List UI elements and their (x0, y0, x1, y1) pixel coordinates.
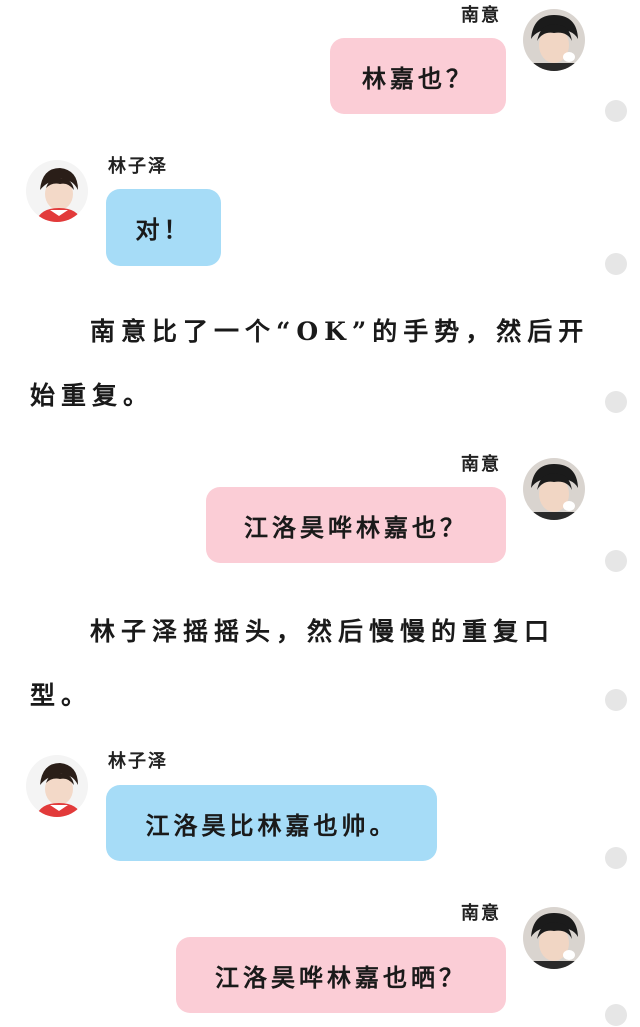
side-dot (605, 550, 627, 572)
avatar-linzize[interactable] (26, 160, 88, 222)
sender-name: 南意 (461, 903, 501, 924)
side-dot (605, 391, 627, 413)
message-bubble[interactable]: 对！ (106, 189, 221, 266)
message-bubble[interactable]: 江洛昊哗林嘉也晒？ (176, 937, 506, 1013)
side-dot (605, 689, 627, 711)
message-bubble[interactable]: 江洛昊比林嘉也帅。 (106, 785, 437, 861)
sender-name: 南意 (461, 5, 501, 26)
sender-name: 南意 (461, 454, 501, 475)
narration-paragraph: 南意比了一个“OK”的手势，然后开始重复。 (30, 317, 590, 410)
sender-name: 林子泽 (108, 156, 168, 177)
message-bubble[interactable]: 林嘉也？ (330, 38, 506, 114)
message-bubble[interactable]: 江洛昊哗林嘉也？ (206, 487, 506, 563)
narration-paragraph: 林子泽摇摇头，然后慢慢的重复口型。 (30, 617, 556, 710)
side-dot (605, 100, 627, 122)
avatar-nanyi[interactable] (523, 9, 585, 71)
avatar-nanyi[interactable] (523, 907, 585, 969)
side-dot (605, 253, 627, 275)
side-dot (605, 1004, 627, 1026)
side-dot (605, 847, 627, 869)
sender-name: 林子泽 (108, 751, 168, 772)
avatar-linzize[interactable] (26, 755, 88, 817)
avatar-nanyi[interactable] (523, 458, 585, 520)
